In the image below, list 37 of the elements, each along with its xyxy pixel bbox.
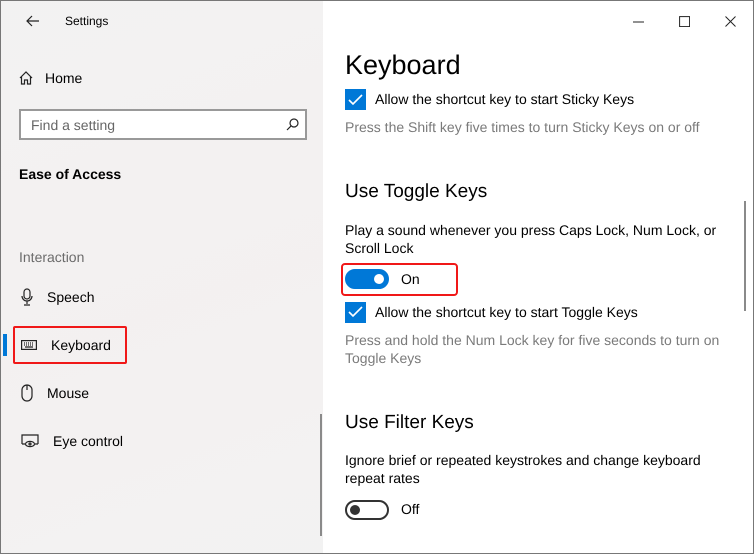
setting-text: Ignore brief or repeated keystrokes and change keyboard repeat rates <box>345 451 702 488</box>
toggle-label: Off <box>401 500 420 520</box>
checkbox-label: Allow the shortcut key to start Toggle Keys <box>375 302 638 322</box>
section-heading: Use Filter Keys <box>345 410 475 435</box>
search-icon <box>286 118 299 131</box>
close-icon <box>724 16 736 26</box>
window-title: Settings <box>65 13 108 30</box>
page-title: Keyboard <box>345 49 462 82</box>
category-heading: Ease of Access <box>19 165 122 184</box>
maximize-icon <box>678 16 690 26</box>
search-field[interactable]: Find a setting <box>19 109 307 140</box>
group-label: Interaction <box>19 248 86 267</box>
toggle-switch[interactable] <box>345 500 389 520</box>
home-icon <box>19 71 33 85</box>
sidebar-item[interactable]: Keyboard <box>1 326 301 364</box>
eye-icon <box>21 434 39 448</box>
item-label: Eye control <box>53 432 124 451</box>
item-label: Mouse <box>47 384 90 402</box>
item-label: Keyboard <box>51 336 111 355</box>
sidebar-item[interactable]: Eye control <box>1 422 301 460</box>
section-heading: Use Toggle Keys <box>345 180 488 204</box>
mouse-icon <box>21 384 33 402</box>
checkbox[interactable] <box>345 89 366 110</box>
sidebar-item[interactable]: Speech <box>1 278 301 316</box>
checkbox[interactable] <box>345 302 366 323</box>
keyboard-icon <box>21 340 37 350</box>
back-icon <box>26 15 40 27</box>
checkbox-label: Allow the shortcut key to start Sticky Keys <box>375 90 634 110</box>
sidebar-item[interactable]: Mouse <box>1 374 301 412</box>
toggle-switch[interactable] <box>345 269 389 290</box>
toggle-label: On <box>401 270 420 289</box>
description: Press the Shift key five times to turn Sticky Keys on or off <box>345 118 701 136</box>
setting-text: Play a sound whenever you press Caps Lock, Num Lock, or Scroll Lock <box>345 220 718 257</box>
item-label: Speech <box>47 288 94 307</box>
description: Press and hold the Num Lock key for five seconds to turn on Toggle Keys <box>345 330 720 367</box>
home-link[interactable]: Home <box>19 63 82 93</box>
microphone-icon <box>21 288 33 306</box>
